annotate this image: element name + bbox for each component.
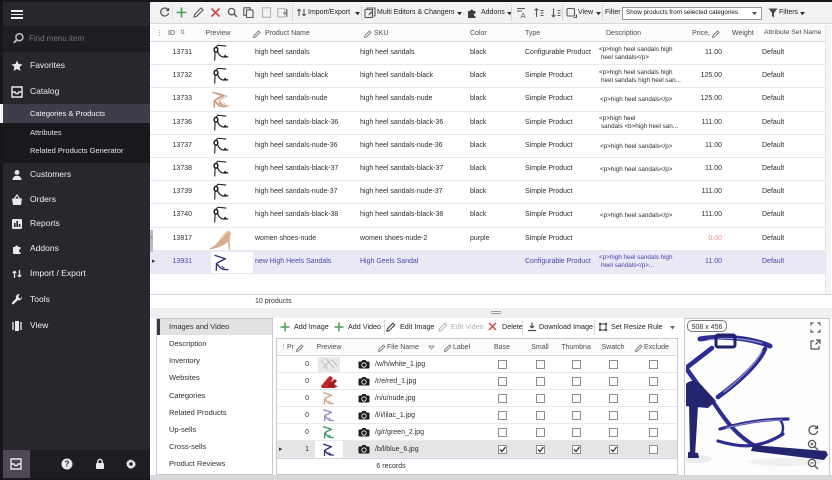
svg-text:A: A (521, 11, 526, 18)
svg-text:?: ? (65, 460, 70, 469)
